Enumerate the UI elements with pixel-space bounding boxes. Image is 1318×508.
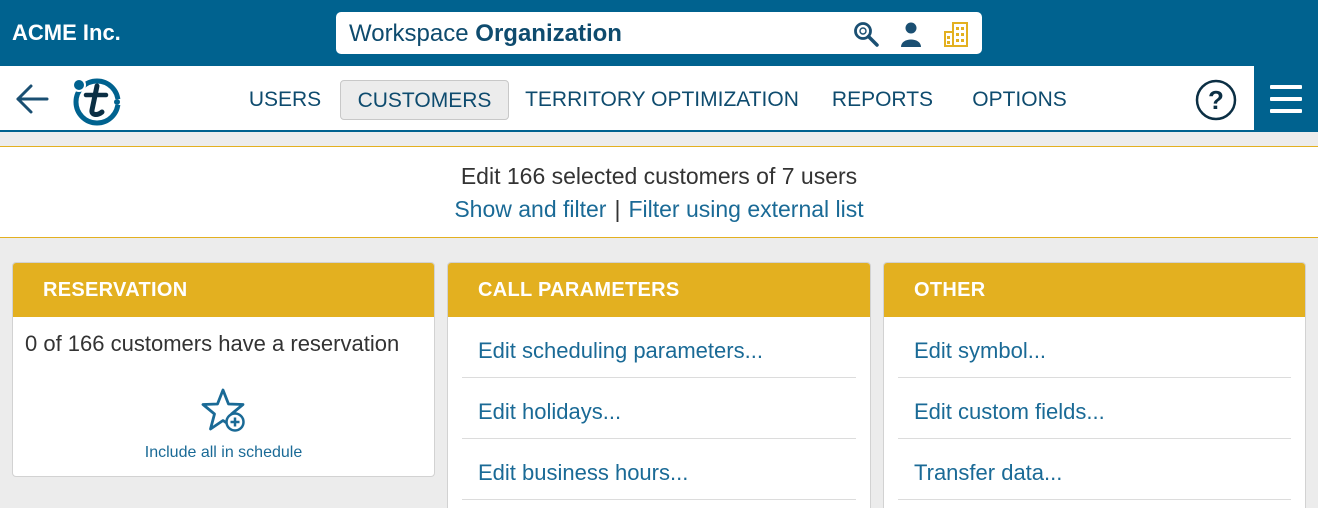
- transfer-data-link[interactable]: Transfer data...: [898, 439, 1291, 500]
- other-links: Edit symbol... Edit custom fields... Tra…: [898, 317, 1291, 500]
- filter-external-list-link[interactable]: Filter using external list: [628, 196, 863, 222]
- nav-bar: USERS CUSTOMERS TERRITORY OPTIMIZATION R…: [0, 66, 1318, 132]
- edit-symbol-link[interactable]: Edit symbol...: [898, 317, 1291, 378]
- help-icon[interactable]: ?: [1195, 79, 1237, 121]
- nav-customers[interactable]: CUSTOMERS: [340, 80, 509, 120]
- workspace-selector[interactable]: Workspace Organization: [336, 12, 982, 54]
- call-parameters-links: Edit scheduling parameters... Edit holid…: [462, 317, 856, 500]
- top-bar: ACME Inc. Workspace Organization: [0, 0, 1318, 66]
- back-arrow-icon[interactable]: [14, 82, 50, 116]
- other-card-title: OTHER: [884, 263, 1305, 317]
- help-label: ?: [1208, 85, 1224, 115]
- reservation-card: RESERVATION 0 of 166 customers have a re…: [12, 262, 435, 477]
- search-icon[interactable]: [852, 20, 880, 48]
- app-logo: [72, 78, 121, 126]
- edit-scheduling-parameters-link[interactable]: Edit scheduling parameters...: [462, 317, 856, 378]
- other-card: OTHER Edit symbol... Edit custom fields.…: [883, 262, 1306, 508]
- edit-business-hours-link[interactable]: Edit business hours...: [462, 439, 856, 500]
- summary-links: Show and filter | Filter using external li…: [0, 196, 1318, 223]
- edit-custom-fields-link[interactable]: Edit custom fields...: [898, 378, 1291, 439]
- nav-options[interactable]: OPTIONS: [962, 80, 1077, 120]
- nav-users[interactable]: USERS: [242, 80, 328, 120]
- link-separator: |: [614, 196, 621, 222]
- building-icon[interactable]: [942, 20, 970, 48]
- nav-territory-optimization[interactable]: TERRITORY OPTIMIZATION: [522, 80, 802, 120]
- selection-summary: Edit 166 selected customers of 7 users S…: [0, 146, 1318, 238]
- hamburger-menu-icon[interactable]: [1254, 66, 1318, 132]
- summary-title: Edit 166 selected customers of 7 users: [460, 163, 858, 189]
- user-icon[interactable]: [897, 20, 925, 48]
- show-and-filter-link[interactable]: Show and filter: [454, 196, 606, 222]
- call-parameters-card-title: CALL PARAMETERS: [448, 263, 870, 317]
- workspace-name: Organization: [475, 20, 622, 47]
- nav-reports[interactable]: REPORTS: [826, 80, 939, 120]
- call-parameters-card: CALL PARAMETERS Edit scheduling paramete…: [447, 262, 871, 508]
- include-all-in-schedule-link[interactable]: Include all in schedule: [13, 444, 434, 462]
- workspace-label: Workspace Organization: [349, 20, 622, 47]
- reservation-status: 0 of 166 customers have a reservation: [25, 331, 400, 356]
- reservation-card-title: RESERVATION: [13, 263, 434, 317]
- star-add-icon[interactable]: [199, 387, 249, 437]
- edit-holidays-link[interactable]: Edit holidays...: [462, 378, 856, 439]
- company-name: ACME Inc.: [12, 20, 121, 45]
